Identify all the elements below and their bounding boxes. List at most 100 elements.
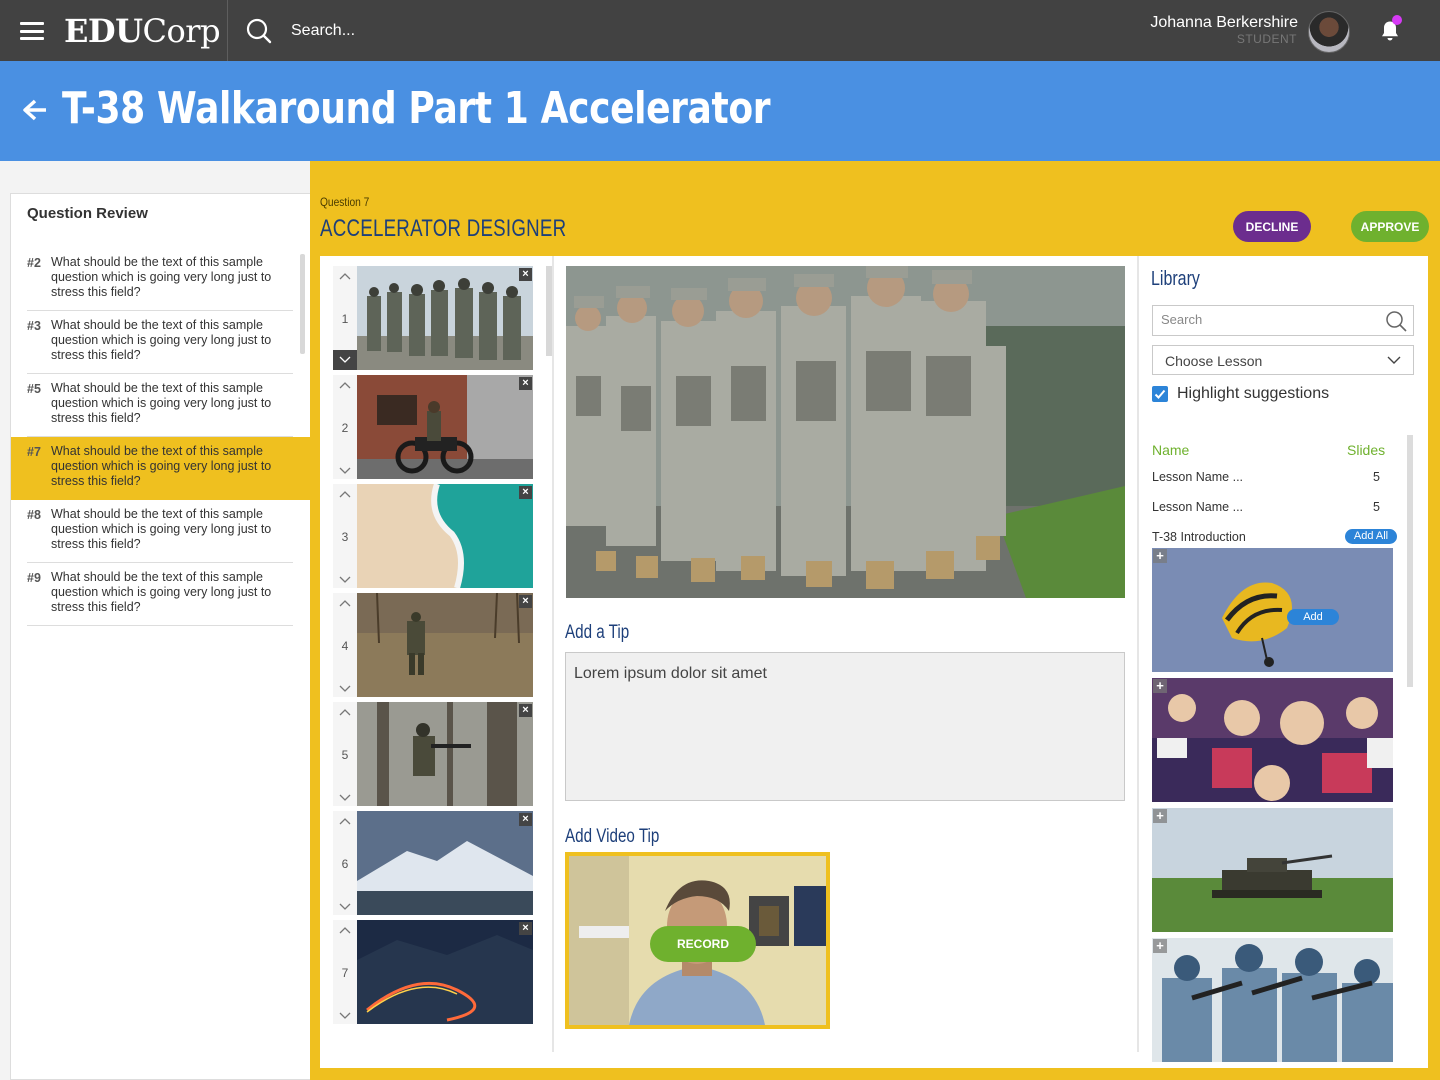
chevron-down-icon — [1387, 356, 1401, 364]
thumb-number: 2 — [341, 421, 349, 435]
chevron-up-icon[interactable] — [339, 599, 351, 607]
question-text: What should be the text of this sample q… — [51, 381, 272, 425]
tip-textarea[interactable]: Lorem ipsum dolor sit amet — [565, 652, 1125, 801]
plus-icon[interactable]: + — [1153, 939, 1167, 953]
thumb-image-beach: × — [357, 484, 533, 588]
approve-button[interactable]: APPROVE — [1351, 211, 1429, 242]
library-row[interactable]: Lesson Name ... 5 — [1152, 470, 1388, 484]
question-review-list: #2 What should be the text of this sample… — [11, 248, 311, 626]
chevron-down-icon[interactable] — [339, 903, 351, 911]
main-slide-image — [566, 266, 1125, 598]
decline-button[interactable]: DECLINE — [1233, 211, 1311, 242]
question-number: #3 — [27, 319, 41, 333]
close-icon[interactable]: × — [519, 486, 532, 499]
slide-thumb[interactable]: 2 × — [333, 375, 533, 479]
add-all-button[interactable]: Add All — [1345, 529, 1397, 544]
close-icon[interactable]: × — [519, 704, 532, 717]
library-col-slides[interactable]: Slides — [1347, 442, 1385, 458]
chevron-up-icon[interactable] — [339, 272, 351, 280]
chevron-up-icon[interactable] — [339, 926, 351, 934]
back-arrow-icon[interactable] — [20, 96, 48, 124]
plus-icon[interactable]: + — [1153, 809, 1167, 823]
logo-bold: EDU — [64, 12, 143, 50]
question-text: What should be the text of this sample q… — [51, 318, 272, 362]
library-col-name[interactable]: Name — [1152, 442, 1189, 458]
lesson-name: Lesson Name ... — [1152, 470, 1244, 484]
checkbox-checked-icon[interactable] — [1152, 386, 1168, 402]
close-icon[interactable]: × — [519, 922, 532, 935]
hamburger-icon[interactable] — [20, 22, 44, 40]
question-number: #9 — [27, 571, 41, 585]
library-scrollbar[interactable] — [1407, 435, 1413, 687]
question-item-9[interactable]: #9 What should be the text of this sample… — [11, 563, 311, 626]
question-item-5[interactable]: #5 What should be the text of this sample… — [11, 374, 311, 437]
record-button[interactable]: RECORD — [650, 926, 756, 962]
question-item-2[interactable]: #2 What should be the text of this sample… — [11, 248, 311, 311]
chevron-down-icon[interactable] — [339, 467, 351, 475]
search-icon[interactable] — [1385, 310, 1407, 332]
thumb-image-motorcycle: × — [357, 375, 533, 479]
slide-thumb[interactable]: 4 × — [333, 593, 533, 697]
chevron-down-icon[interactable] — [339, 576, 351, 584]
chevron-down-icon[interactable] — [339, 1012, 351, 1020]
question-text: What should be the text of this sample q… — [51, 255, 272, 299]
search-icon[interactable] — [246, 18, 272, 44]
question-text: What should be the text of this sample q… — [51, 570, 272, 614]
add-video-tip-title: Add Video Tip — [565, 826, 660, 847]
slide-thumb[interactable]: 1 × — [333, 266, 533, 370]
lesson-slide-count: 5 — [1373, 500, 1380, 514]
plus-icon[interactable]: + — [1153, 679, 1167, 693]
question-item-3[interactable]: #3 What should be the text of this sample… — [11, 311, 311, 374]
chevron-down-icon[interactable] — [333, 350, 357, 370]
chevron-down-icon[interactable] — [339, 685, 351, 693]
thumb-controls: 1 — [333, 266, 357, 370]
slide-thumb[interactable]: 3 × — [333, 484, 533, 588]
highlight-suggestions-label[interactable]: Highlight suggestions — [1177, 385, 1329, 403]
library-image-festival[interactable]: + — [1152, 678, 1393, 802]
chevron-up-icon[interactable] — [339, 708, 351, 716]
question-item-7[interactable]: #7 What should be the text of this sample… — [11, 437, 311, 500]
thumb-image-snow-mountain: × — [357, 811, 533, 915]
slide-thumb[interactable]: 5 × — [333, 702, 533, 806]
question-review-panel: Question Review #2 What should be the tex… — [10, 193, 311, 1080]
thumb-controls: 2 — [333, 375, 357, 479]
add-button[interactable]: Add — [1287, 609, 1339, 625]
library-image-tank[interactable]: + — [1152, 808, 1393, 932]
thumb-number: 1 — [341, 312, 349, 326]
thumb-number: 5 — [341, 748, 349, 762]
question-number: #8 — [27, 508, 41, 522]
question-item-8[interactable]: #8 What should be the text of this sample… — [11, 500, 311, 563]
close-icon[interactable]: × — [519, 813, 532, 826]
user-name[interactable]: Johanna Berkershire — [1150, 14, 1298, 32]
library-search-input[interactable] — [1161, 312, 1381, 327]
logo[interactable]: EDUCorp — [64, 12, 221, 50]
top-bar: EDUCorp Search... Johanna Berkershire ST… — [0, 0, 1440, 61]
lesson-name: Lesson Name ... — [1152, 500, 1244, 514]
chevron-up-icon[interactable] — [339, 490, 351, 498]
close-icon[interactable]: × — [519, 595, 532, 608]
chevron-up-icon[interactable] — [339, 381, 351, 389]
chevron-up-icon[interactable] — [339, 817, 351, 825]
library-row[interactable]: Lesson Name ... 5 — [1152, 500, 1388, 514]
choose-lesson-select[interactable]: Choose Lesson — [1152, 345, 1414, 375]
library-image-marines[interactable]: + — [1152, 938, 1393, 1062]
slide-thumb[interactable]: 7 × — [333, 920, 533, 1024]
column-divider — [1137, 256, 1139, 1052]
thumb-image-soldier-woods: × — [357, 702, 533, 806]
chevron-down-icon[interactable] — [339, 794, 351, 802]
library-title: Library — [1151, 268, 1200, 290]
top-search-input[interactable]: Search... — [291, 22, 355, 40]
avatar[interactable] — [1308, 11, 1350, 53]
question-number: #2 — [27, 256, 41, 270]
thumb-number: 6 — [341, 857, 349, 871]
notification-dot — [1392, 15, 1402, 25]
library-image-parachute[interactable]: + — [1152, 548, 1393, 672]
library-search[interactable] — [1152, 305, 1414, 336]
close-icon[interactable]: × — [519, 268, 532, 281]
plus-icon[interactable]: + — [1153, 549, 1167, 563]
question-text: What should be the text of this sample q… — [51, 444, 272, 488]
question-list-scrollbar[interactable] — [300, 254, 305, 354]
slide-thumb[interactable]: 6 × — [333, 811, 533, 915]
page-title: T-38 Walkaround Part 1 Accelerator — [62, 83, 771, 134]
close-icon[interactable]: × — [519, 377, 532, 390]
